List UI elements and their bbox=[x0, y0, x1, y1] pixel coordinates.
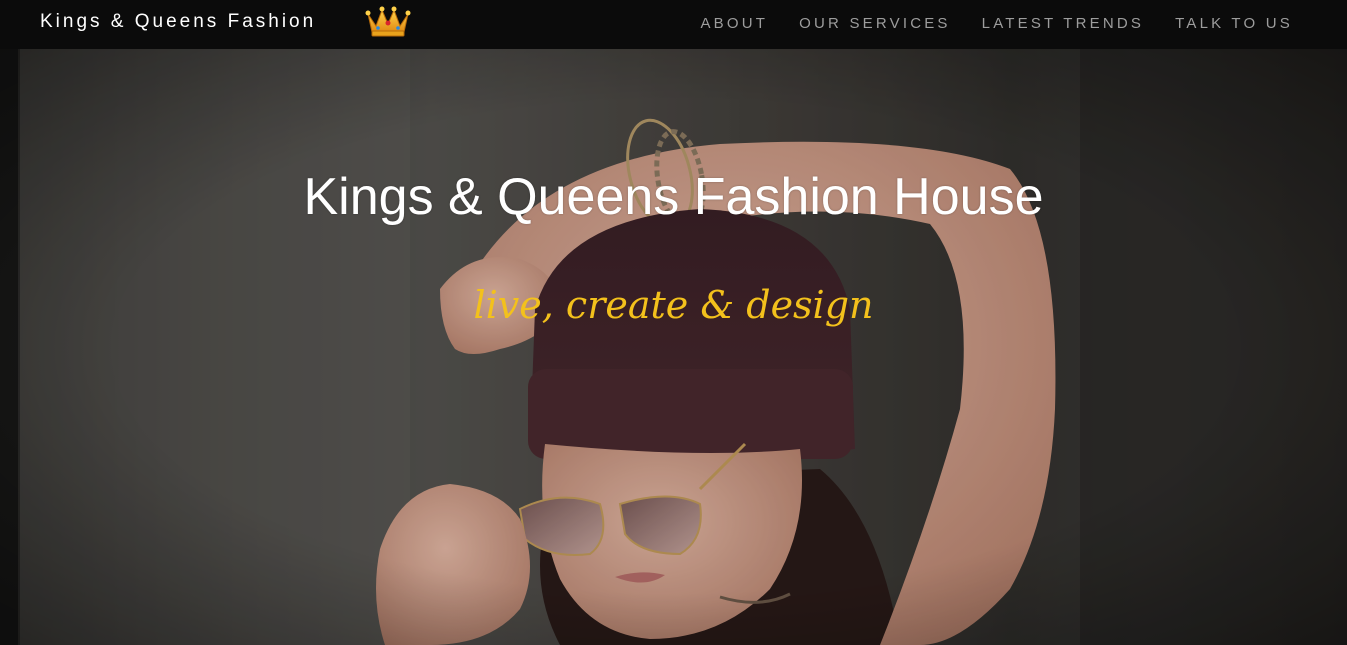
brand-link[interactable]: Kings & Queens Fashion bbox=[40, 11, 316, 33]
crown-icon bbox=[364, 4, 412, 38]
nav-links: ABOUT OUR SERVICES LATEST TRENDS TALK TO… bbox=[700, 15, 1293, 32]
nav-about-link[interactable]: ABOUT bbox=[700, 15, 768, 32]
hero-section: Kings & Queens Fashion House live, creat… bbox=[0, 49, 1347, 645]
nav-contact-link[interactable]: TALK TO US bbox=[1175, 15, 1293, 32]
page: Kings & Queens Fashion ABOUT OUR SERVICE… bbox=[0, 0, 1347, 645]
navbar: Kings & Queens Fashion ABOUT OUR SERVICE… bbox=[0, 0, 1347, 49]
hero-title: Kings & Queens Fashion House bbox=[303, 168, 1044, 226]
nav-services-link[interactable]: OUR SERVICES bbox=[799, 15, 951, 32]
hero-background-image bbox=[0, 49, 1347, 645]
hero-tagline: live, create & design bbox=[473, 283, 874, 327]
nav-trends-link[interactable]: LATEST TRENDS bbox=[982, 15, 1144, 32]
